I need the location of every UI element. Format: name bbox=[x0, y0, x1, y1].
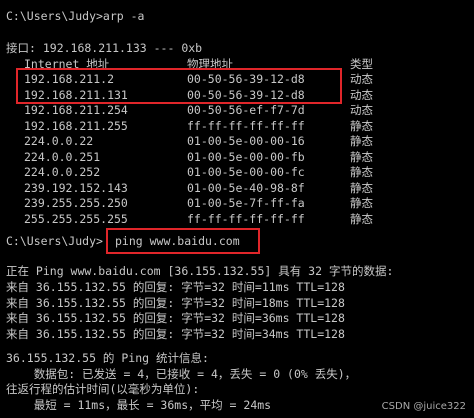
arp-row-type: 静态 bbox=[350, 134, 373, 148]
ping-reply-line: 来自 36.155.132.55 的回复: 字节=32 时间=18ms TTL=… bbox=[6, 295, 345, 310]
arp-row-mac: ff-ff-ff-ff-ff-ff bbox=[187, 118, 305, 133]
arp-row-ip: 224.0.0.252 bbox=[24, 165, 101, 179]
arp-row-ip: 224.0.0.22 bbox=[24, 134, 94, 148]
arp-row-type: 静态 bbox=[350, 165, 373, 179]
arp-row-mac: 01-00-5e-00-00-fb bbox=[187, 149, 305, 164]
arp-row-type: 静态 bbox=[350, 180, 373, 195]
ping-reply-line: 来自 36.155.132.55 的回复: 字节=32 时间=11ms TTL=… bbox=[6, 280, 345, 294]
ping-start-line: 正在 Ping www.baidu.com [36.155.132.55] 具有… bbox=[6, 264, 394, 278]
arp-row-ip: 239.255.255.250 bbox=[24, 196, 128, 210]
arp-row-mac: 01-00-5e-00-00-16 bbox=[187, 134, 305, 148]
ping-rtt-title: 往返行程的估计时间(以毫秒为单位): bbox=[6, 382, 200, 396]
arp-row-type: 静态 bbox=[350, 118, 373, 133]
highlight-box-arp-rows bbox=[16, 68, 342, 104]
arp-row-mac: 01-00-5e-7f-ff-fa bbox=[187, 196, 305, 210]
arp-row-type: 动态 bbox=[350, 72, 373, 86]
arp-row-type: 动态 bbox=[350, 87, 373, 102]
ping-stats-title: 36.155.132.55 的 Ping 统计信息: bbox=[6, 351, 209, 365]
arp-row-ip: 239.192.152.143 bbox=[24, 180, 128, 195]
arp-row-ip: 255.255.255.255 bbox=[24, 211, 128, 226]
arp-row-mac: ff-ff-ff-ff-ff-ff bbox=[187, 211, 305, 226]
ping-stats-packets: 数据包: 已发送 = 4，已接收 = 4，丢失 = 0 (0% 丢失)， bbox=[6, 366, 357, 381]
ping-prompt: C:\Users\Judy> bbox=[6, 234, 103, 248]
highlight-box-ping-command bbox=[106, 228, 260, 254]
ping-rtt-values: 最短 = 11ms，最长 = 36ms，平均 = 24ms bbox=[6, 397, 272, 412]
arp-row-type: 静态 bbox=[350, 211, 373, 226]
arp-command-line: C:\Users\Judy>arp -a bbox=[6, 9, 145, 23]
terminal-window[interactable]: C:\Users\Judy>arp -a 接口: 192.168.211.133… bbox=[0, 0, 474, 418]
arp-row-ip: 224.0.0.251 bbox=[24, 149, 101, 164]
arp-row-type: 静态 bbox=[350, 196, 373, 210]
interface-line: 接口: 192.168.211.133 --- 0xb bbox=[6, 41, 203, 55]
arp-row-ip: 192.168.211.255 bbox=[24, 118, 128, 133]
arp-row-ip: 192.168.211.254 bbox=[24, 103, 128, 117]
arp-row-mac: 00-50-56-ef-f7-7d bbox=[187, 103, 305, 117]
arp-row-type: 静态 bbox=[350, 149, 373, 164]
watermark: CSDN @juice322 bbox=[381, 401, 466, 413]
arp-row-type: 动态 bbox=[350, 103, 373, 117]
arp-row-mac: 01-00-5e-00-00-fc bbox=[187, 165, 305, 179]
arp-row-mac: 01-00-5e-40-98-8f bbox=[187, 180, 305, 195]
ping-reply-line: 来自 36.155.132.55 的回复: 字节=32 时间=36ms TTL=… bbox=[6, 311, 345, 325]
header-type: 类型 bbox=[350, 57, 373, 71]
ping-reply-line: 来自 36.155.132.55 的回复: 字节=32 时间=34ms TTL=… bbox=[6, 326, 345, 341]
